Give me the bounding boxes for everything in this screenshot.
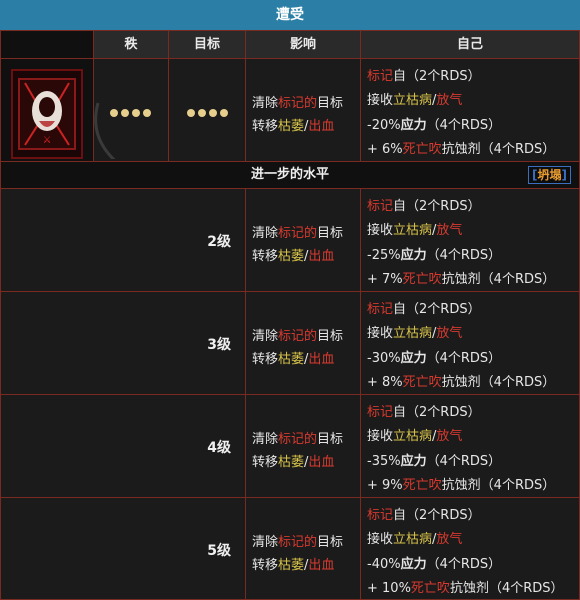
rank-cell bbox=[93, 58, 169, 162]
further-levels-title: 进一步的水平 bbox=[250, 167, 329, 182]
effect-line-1: 清除标记的目标 bbox=[252, 96, 344, 111]
level-effect-line-1: 清除标记的目标 bbox=[252, 226, 344, 241]
target-dot bbox=[187, 109, 195, 117]
level-self-line-2: 接收立枯病/放气 bbox=[367, 532, 463, 547]
effect-cell: 清除标记的目标 转移枯萎/出血 bbox=[245, 58, 361, 162]
level-effect-line-2: 转移枯萎/出血 bbox=[252, 455, 335, 470]
level-effect-cell: 清除标记的目标 转移枯萎/出血 bbox=[245, 188, 361, 292]
level-self-line-1: 标记自（2个RDS） bbox=[367, 302, 481, 317]
level-self-line-2: 接收立枯病/放气 bbox=[367, 223, 463, 238]
self-line-1: 标记自（2个RDS） bbox=[367, 69, 481, 84]
level-self-line-4: + 10%死亡吹抗蚀剂（4个RDS） bbox=[367, 581, 564, 596]
target-cell bbox=[168, 58, 246, 162]
level-self-line-4: + 9%死亡吹抗蚀剂（4个RDS） bbox=[367, 478, 556, 493]
further-levels-header: 进一步的水平 [坍塌] bbox=[0, 161, 580, 189]
level-self-line-4: + 7%死亡吹抗蚀剂（4个RDS） bbox=[367, 272, 556, 287]
level-self-line-3: -35%应力（4个RDS） bbox=[367, 454, 502, 469]
target-dot bbox=[198, 109, 206, 117]
effect-line-2: 转移枯萎/出血 bbox=[252, 119, 335, 134]
level-self-cell: 标记自（2个RDS） 接收立枯病/放气 -30%应力（4个RDS） + 8%死亡… bbox=[360, 291, 580, 395]
collapse-button[interactable]: [坍塌] bbox=[528, 166, 571, 184]
level-label: 4级 bbox=[207, 440, 231, 456]
level-label-cell: 5级 bbox=[0, 497, 246, 600]
level-self-line-1: 标记自（2个RDS） bbox=[367, 508, 481, 523]
scythe-blade-icon bbox=[94, 102, 116, 159]
level-label-cell: 3级 bbox=[0, 291, 246, 395]
self-cell: 标记自（2个RDS） 接收立枯病/放气 -20%应力（4个RDS） + 6%死亡… bbox=[360, 58, 580, 162]
target-dots bbox=[187, 109, 228, 117]
level-effect-cell: 清除标记的目标 转移枯萎/出血 bbox=[245, 291, 361, 395]
level-self-line-3: -30%应力（4个RDS） bbox=[367, 351, 502, 366]
level-self-line-2: 接收立枯病/放气 bbox=[367, 326, 463, 341]
header-target: 目标 bbox=[168, 30, 246, 59]
level-self-cell: 标记自（2个RDS） 接收立枯病/放气 -35%应力（4个RDS） + 9%死亡… bbox=[360, 394, 580, 498]
level-self-line-3: -25%应力（4个RDS） bbox=[367, 248, 502, 263]
level-effect-line-1: 清除标记的目标 bbox=[252, 535, 344, 550]
self-line-4: + 6%死亡吹抗蚀剂（4个RDS） bbox=[367, 142, 556, 157]
level-label: 3级 bbox=[207, 337, 231, 353]
header-self: 自己 bbox=[360, 30, 580, 59]
target-dot bbox=[220, 109, 228, 117]
level-label: 5级 bbox=[207, 543, 231, 559]
rank-dot bbox=[132, 109, 140, 117]
level-label-cell: 4级 bbox=[0, 394, 246, 498]
level-self-line-2: 接收立枯病/放气 bbox=[367, 429, 463, 444]
self-line-2: 接收立枯病/放气 bbox=[367, 93, 463, 108]
level-label-cell: 2级 bbox=[0, 188, 246, 292]
skill-icon-cell: ⚔ bbox=[0, 58, 94, 162]
header-rank: 秩 bbox=[93, 30, 169, 59]
level-self-cell: 标记自（2个RDS） 接收立枯病/放气 -40%应力（4个RDS） + 10%死… bbox=[360, 497, 580, 600]
level-effect-line-2: 转移枯萎/出血 bbox=[252, 558, 335, 573]
rank-dot bbox=[143, 109, 151, 117]
level-self-cell: 标记自（2个RDS） 接收立枯病/放气 -25%应力（4个RDS） + 7%死亡… bbox=[360, 188, 580, 292]
level-effect-cell: 清除标记的目标 转移枯萎/出血 bbox=[245, 497, 361, 600]
header-icon-cell bbox=[0, 30, 94, 59]
level-effect-cell: 清除标记的目标 转移枯萎/出血 bbox=[245, 394, 361, 498]
level-effect-line-2: 转移枯萎/出血 bbox=[252, 249, 335, 264]
skill-title: 遭受 bbox=[0, 0, 580, 30]
level-self-line-1: 标记自（2个RDS） bbox=[367, 199, 481, 214]
level-label: 2级 bbox=[207, 234, 231, 250]
level-self-line-1: 标记自（2个RDS） bbox=[367, 405, 481, 420]
level-effect-line-1: 清除标记的目标 bbox=[252, 432, 344, 447]
svg-text:⚔: ⚔ bbox=[43, 135, 52, 146]
level-effect-line-1: 清除标记的目标 bbox=[252, 329, 344, 344]
skill-portrait-icon: ⚔ bbox=[11, 69, 83, 159]
level-self-line-4: + 8%死亡吹抗蚀剂（4个RDS） bbox=[367, 375, 556, 390]
self-line-3: -20%应力（4个RDS） bbox=[367, 118, 502, 133]
level-self-line-3: -40%应力（4个RDS） bbox=[367, 557, 502, 572]
target-dot bbox=[209, 109, 217, 117]
level-effect-line-2: 转移枯萎/出血 bbox=[252, 352, 335, 367]
header-effect: 影响 bbox=[245, 30, 361, 59]
